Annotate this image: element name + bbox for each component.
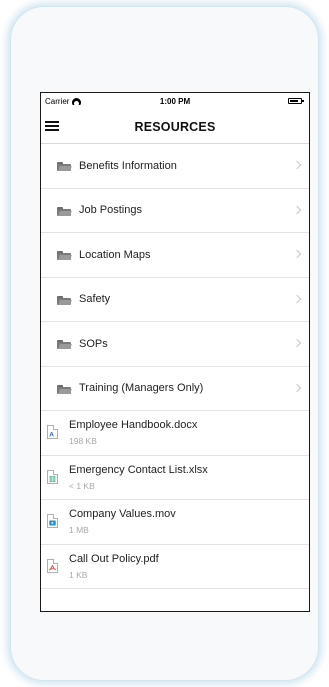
navigation-bar: RESOURCES <box>41 111 309 144</box>
folder-icon <box>57 251 72 260</box>
folder-icon <box>57 206 72 216</box>
file-size: < 1 KB <box>69 480 95 491</box>
folder-label: Benefits Information <box>79 159 177 172</box>
file-name: Call Out Policy.pdf <box>69 552 159 565</box>
file-size: 1 MB <box>69 525 89 535</box>
folder-icon <box>57 384 72 394</box>
resource-list: Benefits Information Job Postings Locati… <box>41 144 309 589</box>
status-bar: Carrier 1:00 PM <box>41 93 309 111</box>
folder-icon <box>57 340 72 349</box>
folder-icon <box>57 162 72 171</box>
page-title: RESOURCES <box>134 120 216 134</box>
app-screen: Carrier 1:00 PM RESOURCES Benefits Infor… <box>40 92 310 612</box>
video-file-mark <box>49 520 56 526</box>
chevron-right-icon <box>292 294 302 303</box>
pdf-mark <box>49 564 56 570</box>
battery-icon <box>288 98 304 104</box>
folder-icon <box>57 295 72 305</box>
file-name: Emergency Contact List.xlsx <box>69 463 208 476</box>
folder-label: SOPs <box>79 337 108 350</box>
status-time: 1:00 PM <box>159 97 191 106</box>
folder-row-job-postings[interactable]: Job Postings <box>41 189 309 233</box>
chevron-right-icon <box>292 249 302 259</box>
folder-row-sops[interactable]: SOPs <box>41 322 309 367</box>
folder-label: Job Postings <box>79 204 142 217</box>
phone-frame: Carrier 1:00 PM RESOURCES Benefits Infor… <box>10 6 319 681</box>
pdf-icon <box>47 558 58 573</box>
folder-row-training[interactable]: Training (Managers Only) <box>41 367 309 411</box>
chevron-right-icon <box>292 205 302 214</box>
file-row-company-values[interactable]: Company Values.mov 1 MB <box>41 500 309 545</box>
folder-row-location-maps[interactable]: Location Maps <box>41 233 309 278</box>
folder-row-safety[interactable]: Safety <box>41 278 309 322</box>
folder-label: Training (Managers Only) <box>79 382 204 395</box>
folder-row-benefits-information[interactable]: Benefits Information <box>41 144 309 189</box>
file-size: 198 KB <box>69 436 97 446</box>
svg-text:A: A <box>49 432 54 437</box>
file-size: 1 KB <box>69 569 88 580</box>
file-row-employee-handbook[interactable]: A Employee Handbook.docx 198 KB <box>41 411 309 456</box>
chevron-right-icon <box>292 338 302 348</box>
spreadsheet-mark <box>49 475 56 482</box>
file-row-emergency-contact-list[interactable]: Emergency Contact List.xlsx < 1 KB <box>41 456 309 500</box>
word-doc-mark: A <box>49 432 54 437</box>
folder-label: Safety <box>79 293 111 306</box>
word-doc-icon: A <box>47 425 58 439</box>
file-name: Company Values.mov <box>69 508 176 520</box>
file-row-call-out-policy[interactable]: Call Out Policy.pdf 1 KB <box>41 545 309 589</box>
folder-label: Location Maps <box>79 248 151 261</box>
file-name: Employee Handbook.docx <box>69 419 198 431</box>
video-file-icon <box>47 514 58 528</box>
chevron-right-icon <box>292 160 302 170</box>
spreadsheet-icon <box>47 469 58 484</box>
chevron-right-icon <box>292 383 302 392</box>
